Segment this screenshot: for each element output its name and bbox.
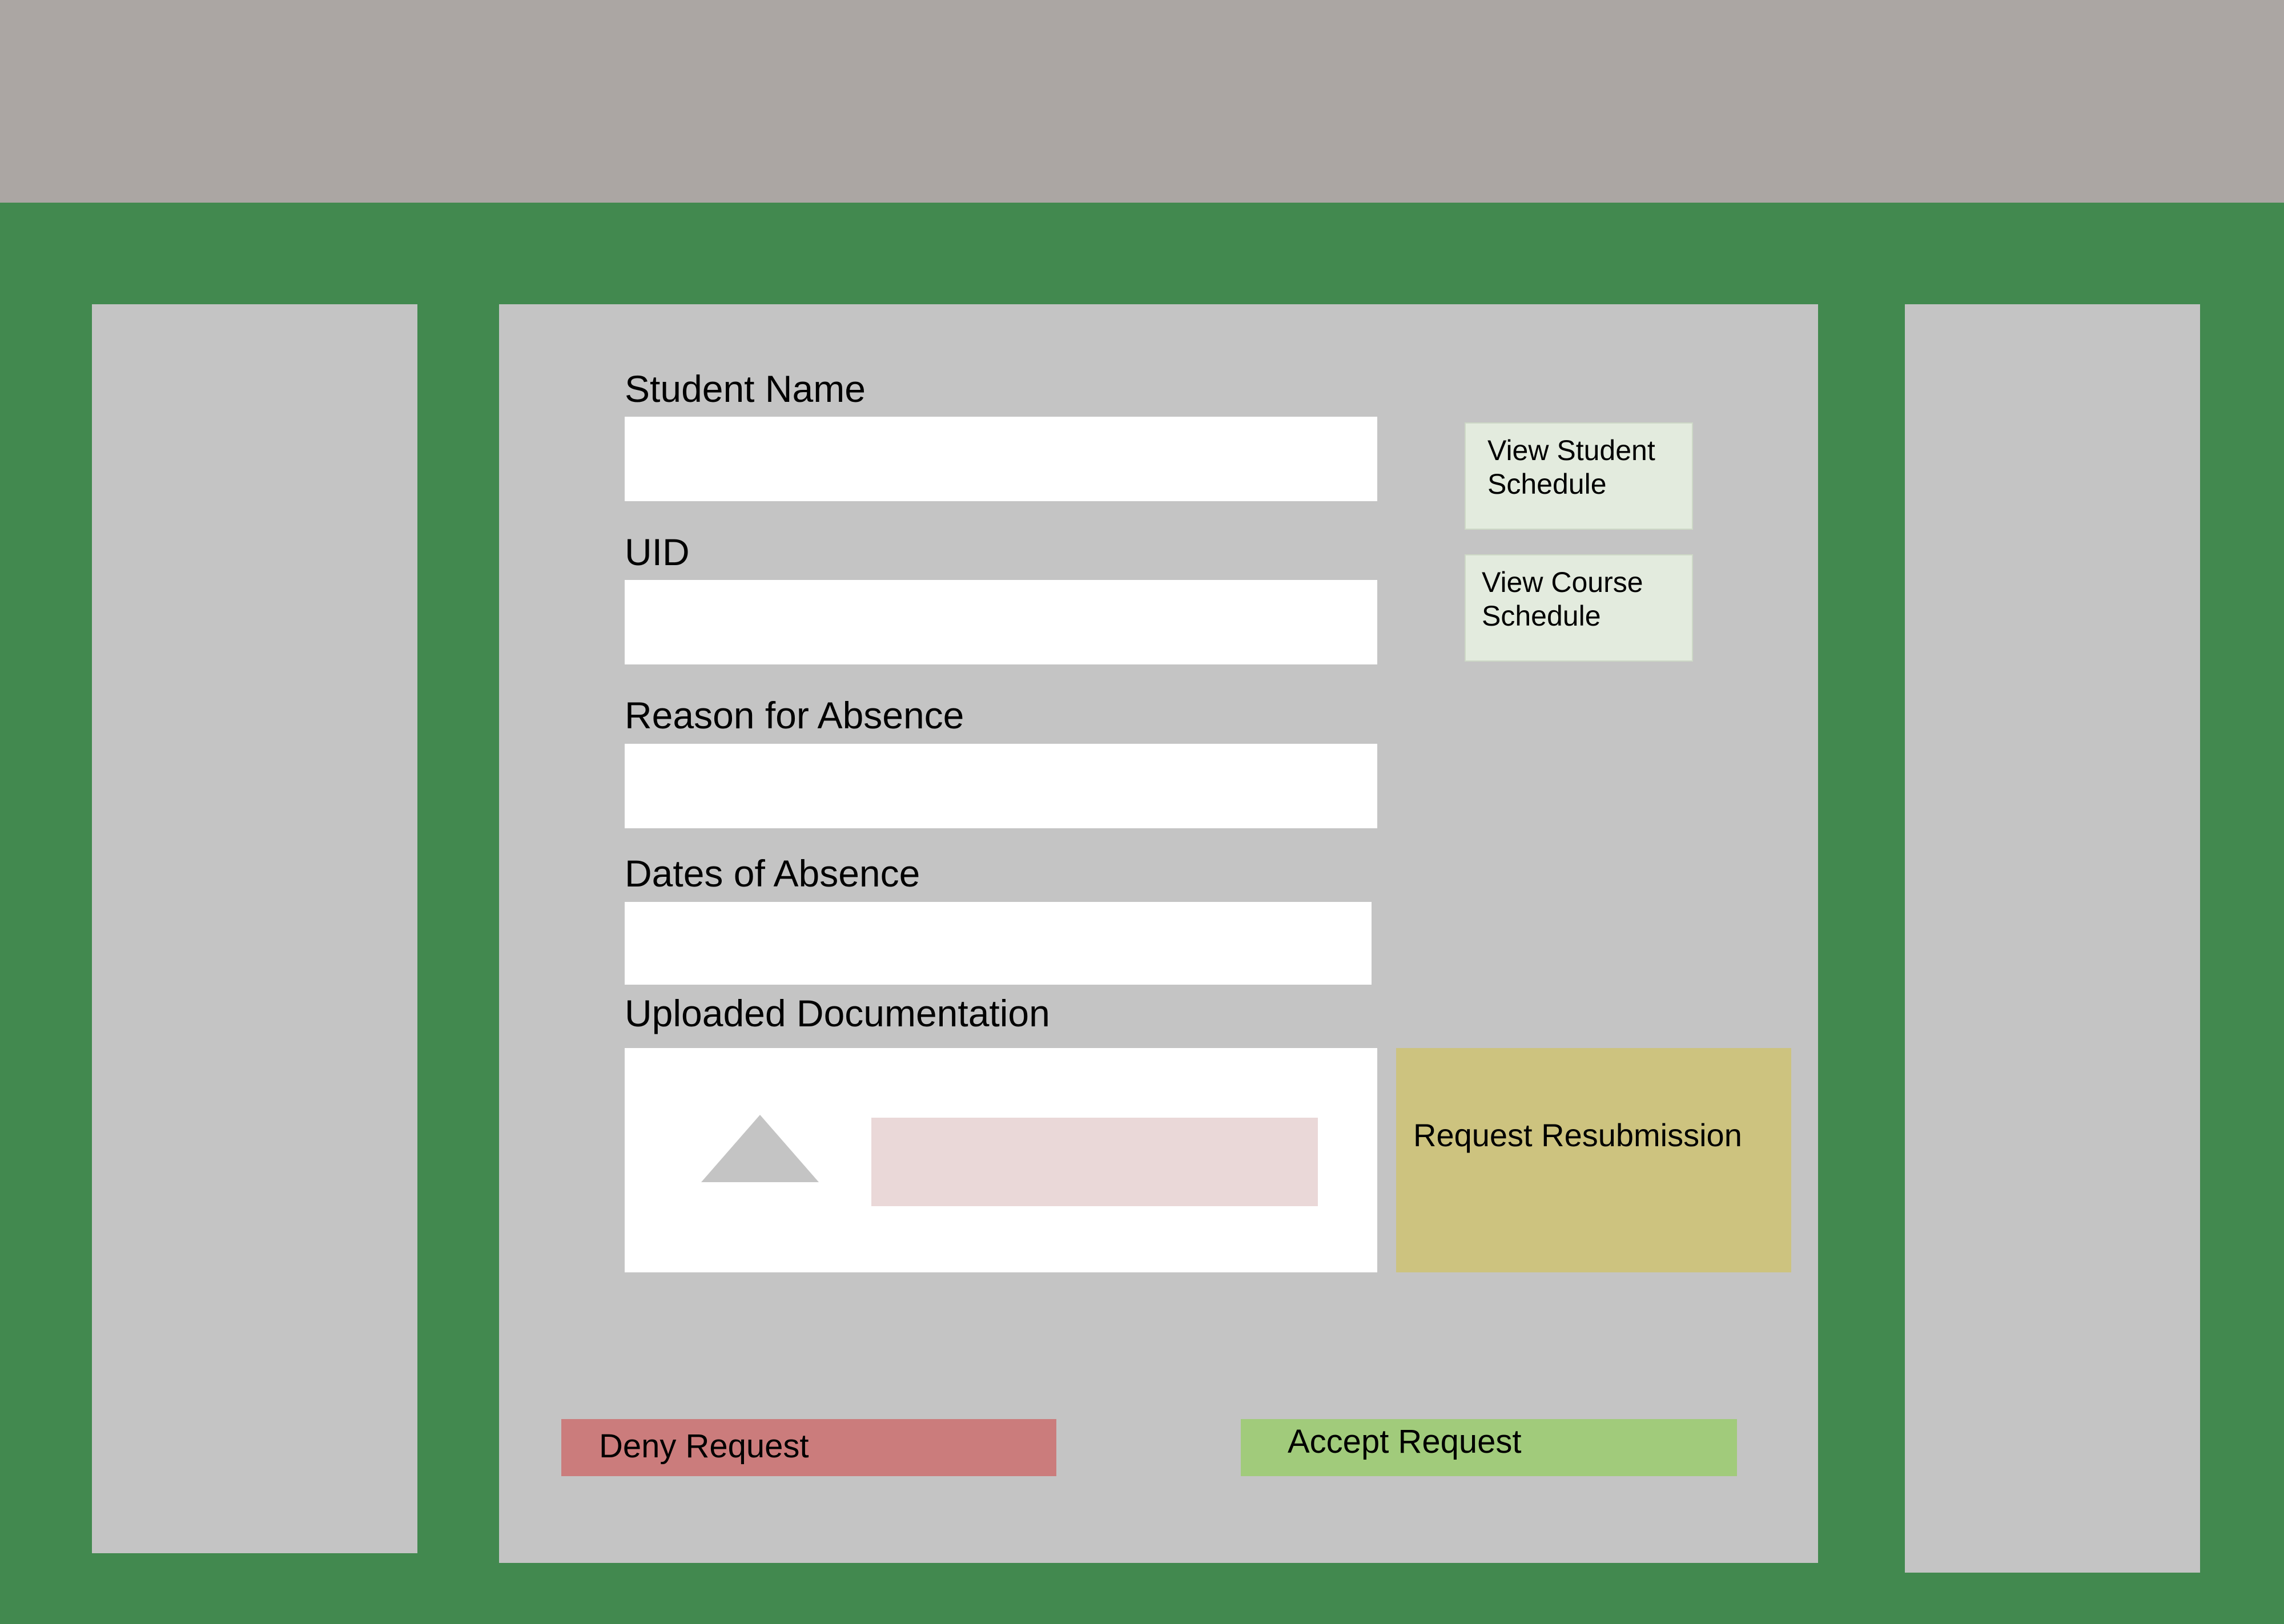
dates-field[interactable] <box>625 902 1372 985</box>
uid-field[interactable] <box>625 580 1377 664</box>
accept-request-label: Accept Request <box>1288 1423 1522 1460</box>
accept-request-button[interactable]: Accept Request <box>1241 1419 1737 1476</box>
view-course-schedule-button[interactable]: View Course Schedule <box>1465 554 1693 662</box>
view-student-schedule-button[interactable]: View Student Schedule <box>1465 422 1693 530</box>
reason-field[interactable] <box>625 744 1377 828</box>
view-student-schedule-label: View Student Schedule <box>1487 434 1655 500</box>
request-resubmission-label: Request Resubmission <box>1413 1117 1742 1153</box>
right-side-panel <box>1905 304 2200 1573</box>
documentation-label: Uploaded Documentation <box>625 992 1050 1034</box>
view-course-schedule-label: View Course Schedule <box>1482 566 1643 632</box>
uploaded-file-preview[interactable] <box>871 1118 1318 1206</box>
reason-label: Reason for Absence <box>625 694 964 736</box>
student-name-field[interactable] <box>625 417 1377 501</box>
dates-label: Dates of Absence <box>625 852 920 894</box>
request-resubmission-button[interactable]: Request Resubmission <box>1396 1048 1791 1272</box>
uploaded-documentation-box[interactable] <box>625 1048 1377 1272</box>
left-side-panel <box>92 304 417 1553</box>
uid-label: UID <box>625 531 690 573</box>
top-header-bar <box>0 0 2284 203</box>
document-thumbnail-icon <box>701 1115 819 1182</box>
deny-request-button[interactable]: Deny Request <box>561 1419 1056 1476</box>
student-name-label: Student Name <box>625 368 866 410</box>
deny-request-label: Deny Request <box>599 1428 809 1465</box>
